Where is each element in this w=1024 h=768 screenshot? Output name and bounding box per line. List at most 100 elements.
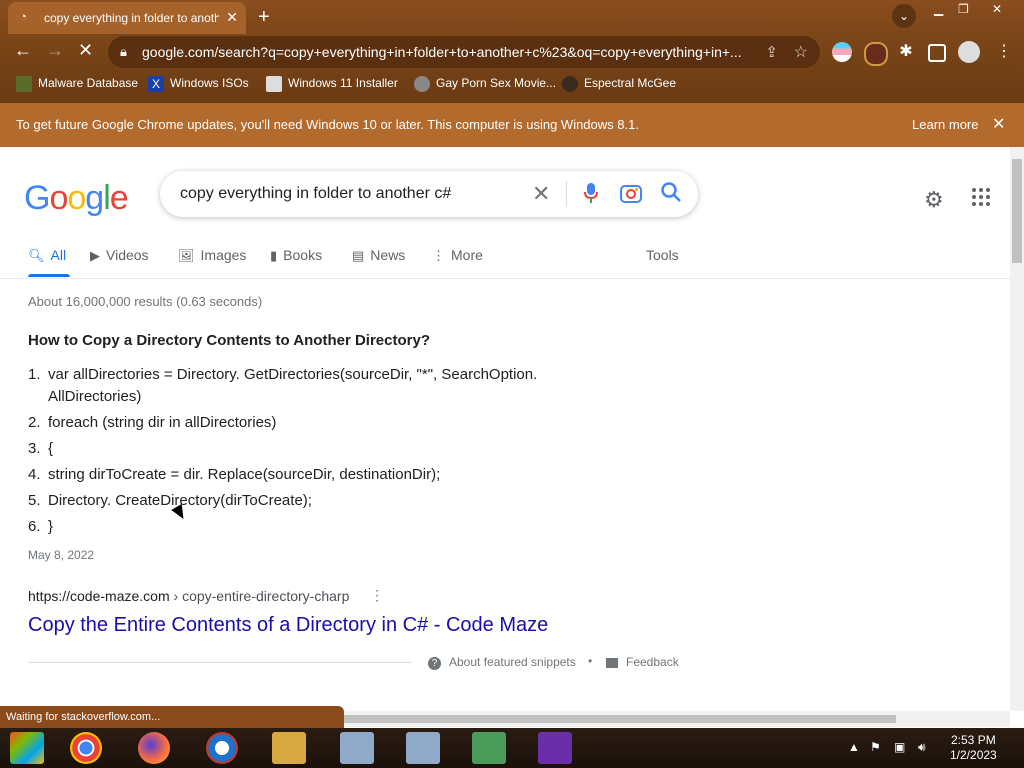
extension-avatar-icon[interactable] bbox=[864, 42, 888, 66]
separator-dot: • bbox=[588, 654, 593, 668]
browser-frame: ◔ copy everything in folder to anoth ✕ +… bbox=[0, 0, 1024, 103]
bookmark-espectral-mcgee[interactable]: Espectral McGee bbox=[562, 76, 676, 92]
search-box[interactable]: copy everything in folder to another c# … bbox=[160, 171, 698, 217]
divider bbox=[28, 662, 412, 663]
scroll-thumb[interactable] bbox=[1012, 159, 1022, 263]
tab-news[interactable]: ▤ News bbox=[352, 247, 405, 264]
forward-icon[interactable]: → bbox=[46, 40, 64, 61]
remote-desktop-taskbar-icon[interactable] bbox=[406, 732, 440, 764]
tab-all[interactable]: 🔍︎ All bbox=[28, 247, 66, 264]
result-breadcrumb[interactable]: https://code-maze.com › copy-entire-dire… bbox=[28, 588, 349, 604]
vertical-scrollbar[interactable] bbox=[1010, 147, 1024, 711]
close-infobar-icon[interactable]: ✕ bbox=[992, 114, 1005, 134]
list-item: 1. var allDirectories = Directory. GetDir… bbox=[28, 366, 538, 405]
tab-books[interactable]: ▮ Books bbox=[270, 247, 322, 264]
scroll-thumb[interactable] bbox=[340, 715, 896, 723]
google-logo[interactable]: Google bbox=[24, 179, 129, 218]
show-hidden-icons[interactable]: ▲ bbox=[848, 740, 860, 754]
address-bar[interactable]: 🔒︎ google.com/search?q=copy+everything+i… bbox=[108, 36, 820, 68]
start-button-icon[interactable] bbox=[10, 732, 44, 764]
list-item: 4. string dirToCreate = dir. Replace(sour… bbox=[28, 466, 441, 483]
minimize-button[interactable]: ▁ bbox=[934, 2, 943, 16]
feedback-link[interactable]: Feedback bbox=[606, 655, 679, 669]
divider bbox=[0, 278, 1010, 279]
search-input[interactable]: copy everything in folder to another c# bbox=[180, 185, 451, 203]
apps-grid-icon[interactable] bbox=[972, 188, 990, 206]
flag-icon[interactable]: ⚑ bbox=[870, 740, 881, 754]
list-item: 3.{ bbox=[28, 440, 54, 457]
firefox-taskbar-icon[interactable] bbox=[138, 732, 170, 764]
clock-time: 2:53 PM bbox=[951, 733, 996, 747]
list-item: 6.} bbox=[28, 518, 54, 535]
remote-desktop-taskbar-icon[interactable] bbox=[340, 732, 374, 764]
file-explorer-taskbar-icon[interactable] bbox=[272, 732, 306, 764]
tools-button[interactable]: Tools bbox=[646, 247, 679, 263]
tab-title: copy everything in folder to anoth bbox=[44, 11, 219, 25]
tab-videos[interactable]: ▶ Videos bbox=[90, 247, 149, 264]
bookmarks-bar: Malware Database X Windows ISOs Windows 1… bbox=[0, 72, 1024, 98]
network-app-taskbar-icon[interactable] bbox=[472, 732, 506, 764]
bookmark-windows-isos[interactable]: X Windows ISOs bbox=[148, 76, 249, 92]
extensions-puzzle-icon[interactable]: ✱ bbox=[896, 42, 916, 62]
infobar-message: To get future Google Chrome updates, you… bbox=[16, 117, 639, 132]
system-clock[interactable]: 2:53 PM 1/2/2023 bbox=[950, 733, 997, 763]
loading-icon: ◔ bbox=[20, 11, 27, 23]
back-icon[interactable]: ← bbox=[14, 40, 32, 61]
feedback-icon bbox=[606, 657, 618, 668]
clear-icon[interactable]: ✕ bbox=[532, 181, 550, 207]
tab-images[interactable]: 🖼︎ Images bbox=[178, 247, 246, 264]
featured-snippet-list: 1. var allDirectories = Directory. GetDir… bbox=[28, 364, 588, 542]
divider bbox=[566, 181, 567, 207]
stop-icon[interactable]: ✕ bbox=[78, 40, 93, 61]
x-icon: X bbox=[148, 76, 164, 92]
more-icon: ⋮ bbox=[432, 248, 445, 263]
close-window-button[interactable]: ✕ bbox=[992, 2, 1002, 16]
help-icon: ? bbox=[428, 657, 441, 670]
bookmark-windows-11-installer[interactable]: Windows 11 Installer bbox=[266, 76, 398, 92]
avatar-icon bbox=[562, 76, 578, 92]
new-tab-button[interactable]: + bbox=[258, 6, 270, 29]
update-infobar: To get future Google Chrome updates, you… bbox=[0, 103, 1024, 147]
tab-search-icon[interactable]: ⌄ bbox=[892, 4, 916, 28]
image-icon: 🖼︎ bbox=[178, 248, 195, 263]
side-panel-icon[interactable] bbox=[928, 44, 946, 62]
camera-lens-icon[interactable] bbox=[620, 183, 642, 203]
network-icon[interactable]: ▣ bbox=[894, 740, 905, 754]
restore-button[interactable]: ❐ bbox=[958, 2, 969, 16]
result-menu-icon[interactable]: ⋮ bbox=[370, 587, 384, 604]
browser-tab[interactable]: ◔ copy everything in folder to anoth ✕ bbox=[8, 2, 246, 34]
close-tab-icon[interactable]: ✕ bbox=[226, 9, 238, 26]
video-icon: ▶ bbox=[90, 248, 100, 263]
visual-studio-taskbar-icon[interactable] bbox=[538, 732, 572, 764]
active-tab-indicator bbox=[28, 274, 70, 277]
url-text[interactable]: google.com/search?q=copy+everything+in+f… bbox=[142, 44, 754, 60]
chrome-taskbar-icon[interactable] bbox=[70, 732, 102, 764]
profile-icon[interactable] bbox=[958, 41, 980, 63]
result-stats: About 16,000,000 results (0.63 seconds) bbox=[28, 294, 263, 309]
search-icon: 🔍︎ bbox=[28, 248, 45, 263]
microphone-icon[interactable] bbox=[584, 183, 598, 203]
volume-icon[interactable]: 🔊︎ bbox=[918, 740, 926, 755]
share-icon[interactable]: ⇪ bbox=[765, 43, 778, 61]
search-icon[interactable] bbox=[660, 181, 682, 203]
installer-icon bbox=[266, 76, 282, 92]
clock-date: 1/2/2023 bbox=[950, 748, 997, 762]
result-title-link[interactable]: Copy the Entire Contents of a Directory … bbox=[28, 614, 548, 637]
tab-more[interactable]: ⋮ More bbox=[432, 247, 483, 264]
lock-icon[interactable]: 🔒︎ bbox=[120, 44, 127, 60]
search-tabs: 🔍︎ All ▶ Videos 🖼︎ Images ▮ Books ▤ News ⋮ Mor… bbox=[28, 247, 1008, 279]
learn-more-link[interactable]: Learn more bbox=[912, 117, 978, 132]
bookmark-malware-database[interactable]: Malware Database bbox=[16, 76, 138, 92]
settings-gear-icon[interactable]: ⚙ bbox=[924, 187, 944, 213]
status-bubble: Waiting for stackoverflow.com... bbox=[0, 706, 344, 728]
book-icon: ▮ bbox=[270, 248, 278, 263]
site-icon bbox=[414, 76, 430, 92]
about-featured-snippets[interactable]: ? About featured snippets bbox=[428, 655, 576, 670]
menu-kebab-icon[interactable]: ⋮ bbox=[996, 42, 1016, 62]
extension-flag-icon[interactable] bbox=[832, 42, 852, 62]
snippet-date: May 8, 2022 bbox=[28, 548, 95, 562]
malware-icon bbox=[16, 76, 32, 92]
bookmark-site[interactable]: Gay Porn Sex Movie... bbox=[414, 76, 556, 92]
bookmark-star-icon[interactable]: ☆ bbox=[794, 42, 808, 62]
app-taskbar-icon[interactable] bbox=[206, 732, 238, 764]
